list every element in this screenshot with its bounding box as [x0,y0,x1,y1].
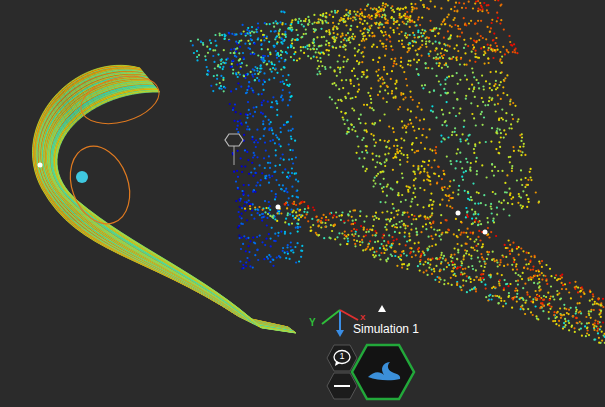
axis-label: X [360,314,365,322]
comment-count: 1 [326,352,358,361]
axis-triad: Y X Simulation 1 [300,300,420,342]
simulation-title: Simulation 1 [353,323,419,335]
streamlines [32,65,296,333]
axis-label: Y [309,318,316,328]
viewport[interactable]: Y X Simulation 1 1 [0,0,605,407]
simulation-button[interactable] [350,343,416,401]
wave-icon [350,343,416,401]
simulation-render[interactable] [0,0,605,407]
